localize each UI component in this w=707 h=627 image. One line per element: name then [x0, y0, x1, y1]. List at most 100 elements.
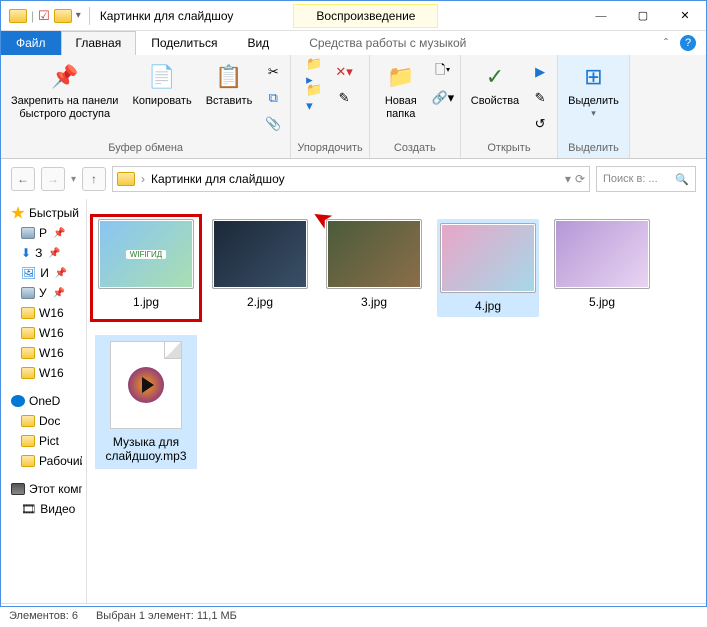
- ribbon-collapse-icon[interactable]: ˆ: [664, 36, 668, 50]
- help-icon[interactable]: ?: [680, 35, 696, 51]
- history-icon[interactable]: ↺: [529, 113, 551, 135]
- nav-tree[interactable]: Быстрый доступ Р📌 ⬇З📌 🖼 И 📌 У📌 W16 W16 W16…: [1, 199, 87, 603]
- qat-folder-icon[interactable]: [54, 9, 72, 23]
- cut-icon[interactable]: ✂: [262, 61, 284, 83]
- tree-item[interactable]: Doc: [1, 411, 86, 431]
- refresh-icon[interactable]: ⟳: [575, 172, 585, 186]
- address-bar[interactable]: › Картинки для слайдшоу ▾ ⟳: [112, 166, 590, 192]
- tree-item[interactable]: Рабочий стол: [1, 451, 86, 471]
- rename-icon[interactable]: ✎: [333, 87, 355, 109]
- explorer-body: Быстрый доступ Р📌 ⬇З📌 🖼 И 📌 У📌 W16 W16 W16…: [1, 199, 706, 603]
- thumbnail: WIFIГИД: [98, 219, 194, 289]
- paste-shortcut-icon[interactable]: 📎: [262, 113, 284, 135]
- new-folder-icon: 📁: [385, 61, 417, 93]
- status-selection: Выбран 1 элемент: 11,1 МБ: [96, 610, 237, 622]
- file-item[interactable]: 3.jpg: [323, 219, 425, 317]
- separator: [89, 7, 90, 25]
- tree-item[interactable]: Р📌: [1, 223, 86, 243]
- file-item[interactable]: 2.jpg: [209, 219, 311, 317]
- close-button[interactable]: ✕: [664, 1, 706, 31]
- copy-icon: 📄: [146, 61, 178, 93]
- paste-button[interactable]: 📋 Вставить: [202, 57, 257, 112]
- easy-access-icon[interactable]: 🔗▾: [432, 87, 454, 109]
- properties-label: Свойства: [471, 95, 519, 108]
- tree-label: Рабочий стол: [39, 454, 82, 468]
- minimize-button[interactable]: —: [580, 1, 622, 31]
- recent-locations-icon[interactable]: ▾: [71, 174, 76, 185]
- forward-button[interactable]: →: [41, 167, 65, 191]
- copyto-icon[interactable]: 📁▾: [305, 87, 327, 109]
- tree-thispc[interactable]: Этот компьютер: [1, 479, 86, 499]
- file-list[interactable]: ➤ WIFIГИД 1.jpg 2.jpg 3.jpg 4.jpg 5.jpg …: [87, 199, 706, 603]
- tab-music-tools[interactable]: Средства работы с музыкой: [294, 31, 481, 55]
- group-organize-label: Упорядочить: [297, 140, 362, 156]
- pin-icon: 📌: [53, 288, 65, 299]
- onedrive-icon: [11, 395, 25, 407]
- nav-row: ← → ▾ ↑ › Картинки для слайдшоу ▾ ⟳ Поис…: [5, 163, 702, 195]
- file-name: 1.jpg: [133, 295, 159, 309]
- tree-label: W16: [39, 326, 64, 340]
- window-controls: — ▢ ✕: [580, 1, 706, 31]
- tree-item[interactable]: W16: [1, 303, 86, 323]
- tree-item[interactable]: 🎞Видео: [1, 499, 86, 519]
- back-button[interactable]: ←: [11, 167, 35, 191]
- breadcrumb[interactable]: Картинки для слайдшоу: [151, 172, 285, 186]
- paste-label: Вставить: [206, 95, 253, 108]
- qat-checkbox-icon[interactable]: ☑: [38, 8, 50, 24]
- quick-access-toolbar: | ☑ ▾: [1, 7, 94, 25]
- play-icon: [128, 367, 164, 403]
- new-item-icon[interactable]: 🗋▾: [432, 61, 454, 83]
- tree-item[interactable]: W16: [1, 343, 86, 363]
- tab-share[interactable]: Поделиться: [136, 31, 232, 55]
- edit-icon[interactable]: ✎: [529, 87, 551, 109]
- tree-quick-access[interactable]: Быстрый доступ: [1, 203, 86, 223]
- contextual-tab-highlight: Воспроизведение: [293, 4, 438, 28]
- group-select-label: Выделить: [568, 140, 619, 156]
- pictures-icon: 🖼: [21, 266, 36, 280]
- tree-label: W16: [39, 346, 64, 360]
- delete-icon[interactable]: ✕▾: [333, 61, 355, 83]
- tree-item[interactable]: ⬇З📌: [1, 243, 86, 263]
- tab-file[interactable]: Файл: [1, 31, 61, 55]
- pin-icon: 📌: [49, 61, 81, 93]
- tree-label: У: [39, 286, 47, 300]
- copy-button[interactable]: 📄 Копировать: [128, 57, 195, 112]
- file-item[interactable]: 5.jpg: [551, 219, 653, 317]
- tab-view[interactable]: Вид: [232, 31, 284, 55]
- tree-item[interactable]: W16: [1, 323, 86, 343]
- maximize-button[interactable]: ▢: [622, 1, 664, 31]
- open-icon[interactable]: ▶: [529, 61, 551, 83]
- tree-label: Doc: [39, 414, 60, 428]
- tree-item[interactable]: У📌: [1, 283, 86, 303]
- up-button[interactable]: ↑: [82, 167, 106, 191]
- search-input[interactable]: Поиск в: ... 🔍: [596, 166, 696, 192]
- moveto-icon[interactable]: 📁▸: [305, 61, 327, 83]
- ribbon: 📌 Закрепить на панели быстрого доступа 📄…: [1, 55, 706, 159]
- new-folder-label: Новая папка: [385, 95, 417, 121]
- file-item-audio[interactable]: Музыка для слайдшоу.mp3: [95, 335, 197, 469]
- thumbnail: [212, 219, 308, 289]
- qat-overflow-icon[interactable]: ▾: [76, 10, 81, 21]
- tree-onedrive[interactable]: OneD: [1, 391, 86, 411]
- breadcrumb-sep: ›: [141, 172, 145, 186]
- tree-label: И: [40, 266, 49, 280]
- tab-home[interactable]: Главная: [61, 31, 137, 55]
- new-folder-button[interactable]: 📁 Новая папка: [376, 57, 426, 125]
- file-item[interactable]: WIFIГИД 1.jpg: [95, 219, 197, 317]
- desktop-icon: [21, 227, 35, 239]
- tree-item[interactable]: W16: [1, 363, 86, 383]
- copy-path-icon[interactable]: ⧉: [262, 87, 284, 109]
- thispc-icon: [11, 483, 25, 495]
- downloads-icon: ⬇: [21, 246, 31, 260]
- folder-icon: [21, 455, 35, 467]
- tree-item[interactable]: 🖼И📌: [1, 263, 86, 283]
- tree-item[interactable]: Pict: [1, 431, 86, 451]
- properties-button[interactable]: ✓ Свойства: [467, 57, 523, 112]
- addr-dropdown-icon[interactable]: ▾: [565, 172, 571, 186]
- group-new-label: Создать: [394, 140, 436, 156]
- pin-quickaccess-button[interactable]: 📌 Закрепить на панели быстрого доступа: [7, 57, 122, 125]
- select-all-button[interactable]: ⊞ Выделить ▾: [564, 57, 623, 123]
- chevron-down-icon: ▾: [591, 108, 596, 119]
- file-item[interactable]: 4.jpg: [437, 219, 539, 317]
- clipboard-icon: 📋: [213, 61, 245, 93]
